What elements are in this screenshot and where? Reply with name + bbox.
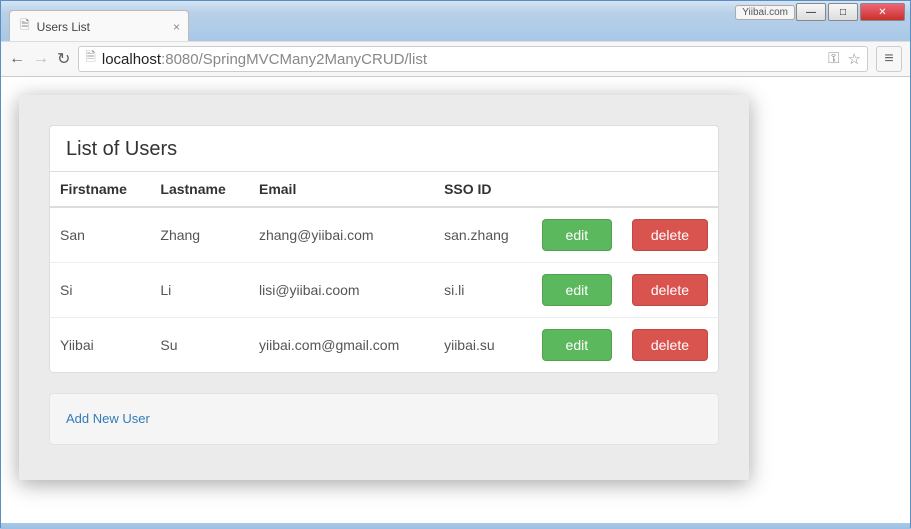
page-icon: 🗎 (20, 16, 30, 37)
cell-firstname: San (50, 207, 150, 263)
users-panel: List of Users Firstname Lastname Email S… (49, 125, 719, 373)
col-email: Email (249, 172, 434, 208)
users-table: Firstname Lastname Email SSO ID SanZhang… (50, 171, 718, 372)
window-bottom-frame (1, 523, 910, 529)
table-row: YiibaiSuyiibai.com@gmail.comyiibai.su edi… (50, 318, 718, 373)
browser-tab[interactable]: 🗎 Users List × (9, 10, 189, 41)
col-lastname: Lastname (150, 172, 249, 208)
table-row: SiLilisi@yiibai.coomsi.li edit delete (50, 263, 718, 318)
reload-button[interactable]: ↻ (57, 49, 70, 69)
maximize-button[interactable]: □ (828, 3, 858, 21)
window-controls: — □ ✕ (794, 3, 905, 21)
col-delete (622, 172, 718, 208)
forward-button[interactable]: → (33, 50, 49, 68)
cell-sso: si.li (434, 263, 532, 318)
page-viewport: List of Users Firstname Lastname Email S… (1, 77, 910, 523)
cell-sso: yiibai.su (434, 318, 532, 373)
table-row: SanZhangzhang@yiibai.comsan.zhang editdel… (50, 207, 718, 263)
page-title: List of Users (50, 126, 718, 171)
cell-email: lisi@yiibai.coom (249, 263, 434, 318)
cell-lastname: Li (150, 263, 249, 318)
edit-button[interactable]: edit (542, 219, 612, 251)
browser-toolbar: ← → ↻ 🗎 localhost :8080/SpringMVCMany2Ma… (1, 41, 910, 77)
delete-button[interactable]: delete (632, 329, 708, 361)
cell-email: zhang@yiibai.com (249, 207, 434, 263)
star-icon[interactable]: ☆ (848, 50, 861, 68)
minimize-button[interactable]: — (796, 3, 826, 21)
url-path: :8080/SpringMVCMany2ManyCRUD/list (161, 51, 427, 68)
cell-lastname: Su (150, 318, 249, 373)
delete-button[interactable]: delete (632, 274, 708, 306)
menu-button[interactable]: ≡ (876, 46, 902, 72)
cell-lastname: Zhang (150, 207, 249, 263)
page-container: List of Users Firstname Lastname Email S… (19, 95, 749, 480)
edit-button[interactable]: edit (542, 274, 612, 306)
close-window-button[interactable]: ✕ (860, 3, 905, 21)
back-button[interactable]: ← (9, 50, 25, 68)
site-badge: Yiibai.com (735, 5, 795, 20)
key-icon[interactable]: ⚿ (828, 50, 839, 68)
edit-button[interactable]: edit (542, 329, 612, 361)
close-tab-icon[interactable]: × (173, 20, 180, 34)
delete-button[interactable]: delete (632, 219, 708, 251)
col-edit (532, 172, 622, 208)
cell-email: yiibai.com@gmail.com (249, 318, 434, 373)
address-bar[interactable]: 🗎 localhost :8080/SpringMVCMany2ManyCRUD… (78, 46, 868, 72)
add-user-well: Add New User (49, 393, 719, 445)
table-header-row: Firstname Lastname Email SSO ID (50, 172, 718, 208)
url-host: localhost (102, 51, 161, 68)
tab-title: Users List (37, 20, 90, 34)
col-sso: SSO ID (434, 172, 532, 208)
cell-sso: san.zhang (434, 207, 532, 263)
document-icon: 🗎 (85, 48, 95, 70)
add-user-link[interactable]: Add New User (66, 411, 150, 426)
col-firstname: Firstname (50, 172, 150, 208)
cell-firstname: Yiibai (50, 318, 150, 373)
cell-firstname: Si (50, 263, 150, 318)
